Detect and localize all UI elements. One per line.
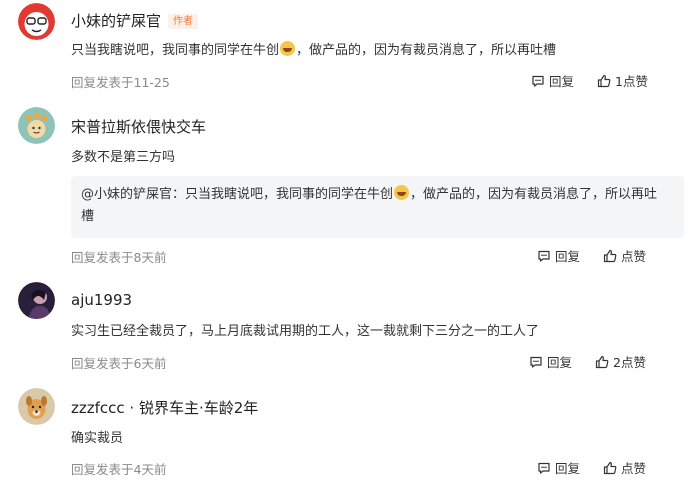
quoted-comment: @小妹的铲屎官：只当我瞎说吧，我同事的同学在牛创 ，做产品的，因为有裁员消息了，所…: [71, 176, 684, 238]
author-name[interactable]: 小妹的铲屎官: [71, 12, 161, 30]
reply-label: 回复: [555, 249, 581, 264]
comment-meta: 回复发表于8天前: [71, 250, 167, 265]
avatar[interactable]: [18, 388, 55, 425]
like-label: 点赞: [621, 249, 647, 264]
comment-meta: 回复发表于6天前: [71, 356, 167, 371]
avatar[interactable]: [18, 282, 55, 319]
comment-meta: 回复发表于4天前: [71, 462, 167, 477]
cartoon-character-avatar-icon: [18, 107, 55, 144]
quote-line: 槽: [81, 209, 95, 224]
comment-bubble-icon: [538, 250, 550, 262]
cartoon-face-avatar-icon: [18, 3, 55, 40]
like-label: 2点赞: [613, 355, 646, 370]
thumbs-up-icon: [595, 355, 609, 368]
like-button[interactable]: 1点赞: [597, 71, 648, 90]
comment-author[interactable]: 宋普拉斯依偎快交车: [71, 116, 206, 137]
comment-bubble-icon: [532, 75, 544, 87]
photo-portrait-avatar-icon: [18, 282, 55, 319]
comment-author[interactable]: zzzfccc · 锐界车主·车龄2年: [71, 397, 258, 418]
comment-text-part: ，做产品的，因为有裁员消息了，所以再吐槽: [296, 43, 557, 58]
comment-author[interactable]: aju1993: [71, 291, 132, 309]
grinning-face-emoji-icon: [394, 185, 410, 200]
reply-button[interactable]: 回复: [537, 458, 580, 477]
grinning-face-emoji-icon: [280, 41, 296, 56]
reply-button[interactable]: 回复: [531, 71, 574, 90]
comment-text: 只当我瞎说吧，我同事的同学在牛创 ，做产品的，因为有裁员消息了，所以再吐槽: [71, 39, 556, 58]
like-label: 点赞: [621, 461, 647, 476]
quote-text-part: ，做产品的，因为有裁员消息了，所以再吐: [410, 187, 658, 202]
comment-text-part: 只当我瞎说吧，我同事的同学在牛创: [71, 43, 280, 58]
thumbs-up-icon: [603, 249, 617, 262]
reply-button[interactable]: 回复: [537, 246, 580, 265]
comment-meta: 回复发表于11-25: [71, 75, 170, 90]
author-badge: 作者: [168, 14, 199, 29]
avatar[interactable]: [18, 3, 55, 40]
quote-line: @小妹的铲屎官：只当我瞎说吧，我同事的同学在牛创 ，做产品的，因为有裁员消息了，所…: [81, 184, 674, 206]
comment-text: 多数不是第三方吗: [71, 150, 176, 165]
avatar[interactable]: [18, 107, 55, 144]
like-button[interactable]: 点赞: [603, 458, 646, 477]
comment-author[interactable]: 小妹的铲屎官 作者: [71, 10, 199, 31]
reply-label: 回复: [549, 74, 575, 89]
comment-bubble-icon: [538, 462, 550, 474]
reply-label: 回复: [555, 461, 581, 476]
reply-button[interactable]: 回复: [529, 352, 572, 371]
comment-text: 确实裁员: [71, 431, 124, 446]
comment-bubble-icon: [530, 356, 542, 368]
thumbs-up-icon: [603, 461, 617, 474]
quote-text-part: @小妹的铲屎官：只当我瞎说吧，我同事的同学在牛创: [81, 187, 394, 202]
like-button[interactable]: 点赞: [603, 246, 646, 265]
reply-label: 回复: [547, 355, 573, 370]
thumbs-up-icon: [597, 74, 611, 87]
like-label: 1点赞: [615, 74, 648, 89]
like-button[interactable]: 2点赞: [595, 352, 646, 371]
comment-text: 实习生已经全裁员了，马上月底裁试用期的工人，这一裁就剩下三分之一的工人了: [71, 324, 540, 339]
dog-avatar-icon: [18, 388, 55, 425]
